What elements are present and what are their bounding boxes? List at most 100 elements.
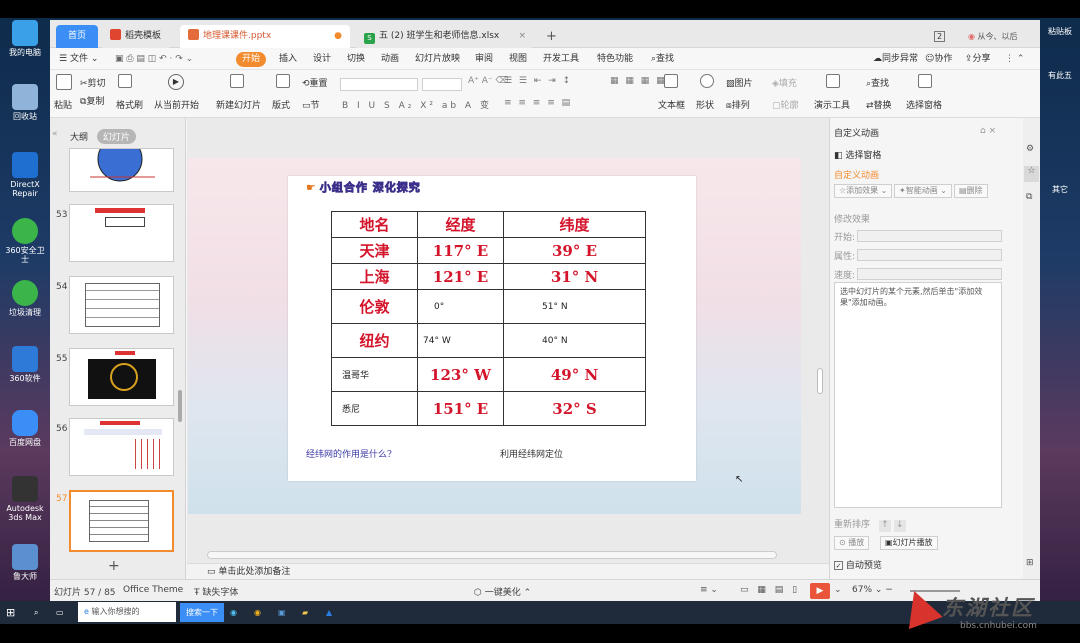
delete-effect-button[interactable]: ▤删除 (954, 184, 988, 198)
more-icon[interactable]: ⋮ ⌃ (1002, 52, 1027, 67)
paragraph-buttons[interactable]: ☰ ☰ ⇤ ⇥ ↕ (504, 76, 572, 86)
horizontal-scrollbar[interactable] (207, 551, 777, 559)
tab-slides[interactable]: 幻灯片 (96, 129, 136, 144)
align-buttons[interactable]: ≡ ≡ ≡ ≡ ▤ (504, 98, 572, 108)
desktop-icon-ludashi[interactable]: 鲁大师 (2, 544, 48, 581)
select-pane-link[interactable]: ◧ 选择窗格 (834, 148, 881, 161)
menu-review[interactable]: 审阅 (472, 52, 496, 67)
app-icon-chrome[interactable]: ◉ (254, 605, 261, 620)
theme-name[interactable]: Office Theme (123, 585, 183, 595)
vertical-scrollbar[interactable] (817, 368, 823, 394)
add-tab-button[interactable]: + (538, 25, 565, 48)
slide-thumbnail-selected[interactable] (69, 490, 174, 552)
desktop-icon-directx-repair[interactable]: DirectX Repair (2, 152, 48, 198)
zoom-level[interactable]: 67% ⌄ − (852, 585, 893, 595)
collapse-icon[interactable]: « (52, 129, 58, 139)
taskbar-search-input[interactable]: e 输入你想搜的 (78, 602, 176, 622)
desktop-icon-360-safe[interactable]: 360安全卫士 (2, 218, 48, 264)
collab-button[interactable]: ☺协作 (922, 52, 955, 67)
app-icon-browser[interactable]: ◉ (230, 605, 237, 620)
app-icon-monitor[interactable]: ▣ (278, 605, 286, 620)
textbox-icon[interactable] (664, 74, 680, 88)
desktop-icon-baidu-disk[interactable]: 百度网盘 (2, 410, 48, 447)
animation-list[interactable]: 选中幻灯片的某个元素,然后单击"添加效果"添加动画。 (834, 282, 1002, 508)
beautify-button[interactable]: ⬡ 一键美化 ⌃ (474, 585, 531, 598)
quick-access-icons[interactable]: ▣ ⎙ ▤ ◫ ↶ · ↷ ⌄ (112, 52, 196, 67)
menu-insert[interactable]: 插入 (276, 52, 300, 67)
font-style-buttons[interactable]: B I U S A₂ X² ab A 变 (342, 98, 492, 111)
present-tools-icon[interactable] (826, 74, 842, 88)
right-strip-item[interactable]: 其它 (1040, 184, 1080, 195)
slide-thumbnail[interactable] (69, 418, 174, 476)
paste-label[interactable]: 粘贴 (54, 98, 72, 111)
close-icon[interactable]: × (518, 25, 526, 48)
notes-pane[interactable]: ▭ 单击此处添加备注 (187, 563, 829, 579)
search-icon[interactable]: ⌕ (34, 605, 38, 620)
tab-pptx[interactable]: 地理课课件.pptx ● (180, 25, 350, 48)
textbox-button[interactable]: 文本框 (658, 98, 685, 111)
cut-button[interactable]: ✂剪切 (80, 76, 106, 89)
right-strip-item[interactable]: 粘贴板 (1040, 26, 1080, 37)
format-painter-icon[interactable] (118, 74, 134, 88)
notes-toggle-icon[interactable]: ≡ ⌄ (700, 585, 718, 595)
font-name-combo[interactable] (340, 78, 418, 91)
outline-button[interactable]: ▢轮廓 (772, 98, 799, 111)
picture-button[interactable]: ▨图片 (726, 76, 753, 89)
slide-title[interactable]: ☛ 小组合作 深化探究 (306, 179, 421, 195)
paste-button[interactable] (56, 74, 74, 90)
right-strip-item[interactable]: 有此五 (1040, 70, 1080, 81)
shape-button[interactable]: 形状 (696, 98, 714, 111)
sync-status[interactable]: ☁同步异常 (870, 52, 921, 67)
desktop-icon-3dsmax[interactable]: Autodesk 3ds Max (2, 476, 48, 522)
move-up-icon[interactable]: ↑ (878, 520, 891, 532)
arrange-button[interactable]: ⧈排列 (726, 98, 750, 111)
present-tools-button[interactable]: 演示工具 (814, 98, 850, 111)
play-slideshow-button[interactable]: ▶ (810, 583, 830, 599)
move-down-icon[interactable]: ↓ (893, 520, 906, 532)
fill-button[interactable]: ◈填充 (772, 76, 797, 89)
smart-animation-button[interactable]: ✦智能动画 ⌄ (894, 184, 952, 198)
font-size-combo[interactable] (422, 78, 462, 91)
add-slide-button[interactable]: + (108, 558, 120, 574)
font-size-buttons[interactable]: A⁺ A⁻ ⌫ (468, 76, 508, 86)
slide-thumbnail[interactable] (69, 204, 174, 262)
slide-thumbnail[interactable] (69, 136, 174, 192)
play-icon[interactable]: ▶ (168, 74, 184, 90)
select-pane-button[interactable]: 选择窗格 (906, 98, 942, 111)
find-button[interactable]: ⌕查找 (866, 76, 889, 89)
slide-thumbnail[interactable] (69, 348, 174, 406)
file-menu[interactable]: ☰ 文件 ⌄ (56, 52, 101, 67)
new-slide-button[interactable]: 新建幻灯片 (216, 98, 261, 111)
slide-answer[interactable]: 利用经纬网定位 (500, 447, 563, 460)
play-from-current[interactable]: 从当前开始 (154, 98, 199, 111)
grid-buttons[interactable]: ▦ ▦ ▦ ▦ (610, 76, 667, 86)
slide-thumbnail[interactable] (69, 276, 174, 334)
auto-preview-checkbox[interactable]: ✓ 自动预览 (834, 558, 882, 571)
new-slide-icon[interactable] (230, 74, 246, 88)
menu-view[interactable]: 视图 (506, 52, 530, 67)
slide-question[interactable]: 经纬网的作用是什么? (306, 447, 392, 460)
share-button[interactable]: ⇪分享 (962, 52, 994, 67)
layout-icon[interactable] (276, 74, 292, 88)
tab-home[interactable]: 首页 (56, 25, 98, 48)
property-select[interactable] (857, 249, 1002, 261)
desktop-icon-my-computer[interactable]: 我的电脑 (2, 20, 48, 57)
reset-button[interactable]: ⟲重置 (302, 76, 328, 89)
speed-select[interactable] (857, 268, 1002, 280)
menu-home[interactable]: 开始 (236, 52, 267, 67)
section-button[interactable]: ▭节 (302, 98, 320, 111)
menu-animation[interactable]: 动画 (378, 52, 402, 67)
menu-slideshow[interactable]: 幻灯片放映 (412, 52, 463, 67)
menu-transition[interactable]: 切换 (344, 52, 368, 67)
app-icon-wps[interactable]: ▲ (326, 605, 332, 620)
shape-icon[interactable] (700, 74, 716, 88)
search-go-button[interactable]: 搜索一下 (180, 603, 224, 622)
play-button[interactable]: ⊙ 播放 (834, 536, 870, 550)
app-icon-folder[interactable]: ▰ (302, 605, 308, 620)
tab-xlsx[interactable]: S五 (2) 班学生和老师信息.xlsx × (356, 25, 532, 48)
start-windows-icon[interactable]: ⊞ (6, 605, 15, 620)
user-account[interactable]: ◉ 从今、以后 (968, 25, 1018, 48)
animation-star-icon[interactable]: ☆ (1024, 166, 1039, 182)
grid-icon[interactable]: ⊞ (1026, 558, 1034, 568)
search-command[interactable]: ⌕查找 (648, 52, 677, 67)
